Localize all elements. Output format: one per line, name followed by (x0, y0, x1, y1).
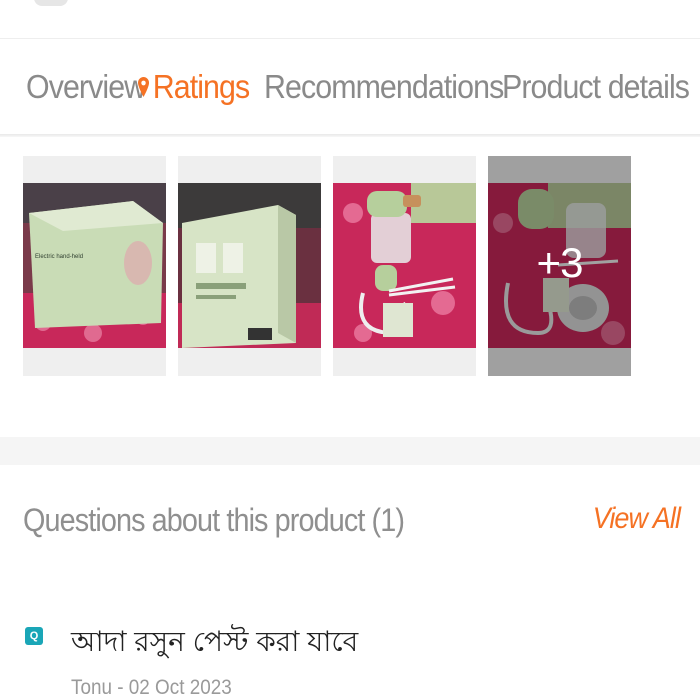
top-bar-remnant (0, 0, 700, 39)
questions-section-header: Questions about this product (1) View Al… (0, 465, 700, 575)
box-caption: Electric hand-held (35, 254, 83, 260)
tab-ratings[interactable]: Ratings (138, 68, 250, 106)
review-photo-4[interactable]: +3 (488, 156, 631, 376)
tab-recommendations[interactable]: Recommendations (264, 68, 504, 106)
review-photo-gallery: Electric hand-held +3 (0, 156, 700, 376)
question-badge-icon: Q (25, 627, 43, 645)
question-meta: Tonu - 02 Oct 2023 (71, 676, 232, 699)
questions-title: Questions about this product (1) (23, 502, 405, 538)
tab-product-details[interactable]: Product details (502, 68, 690, 106)
more-photos-count: +3 (536, 239, 584, 286)
review-photo-1[interactable]: Electric hand-held (23, 156, 166, 376)
tab-ratings-label: Ratings (152, 68, 250, 105)
top-bar-handle (34, 0, 68, 6)
tab-overview[interactable]: Overview (26, 68, 146, 106)
location-pin-icon (138, 77, 150, 97)
product-box-photo: Electric hand-held (23, 183, 166, 348)
product-box-back-photo (178, 183, 321, 348)
question-item: Q আদা রসুন পেস্ট করা যাবে Tonu - 02 Oct … (0, 610, 700, 700)
tab-bar-divider (0, 134, 700, 137)
product-tab-bar: Overview Ratings Recommendations Product… (0, 40, 700, 136)
review-photo-3[interactable] (333, 156, 476, 376)
section-separator (0, 437, 700, 465)
question-text: আদা রসুন পেস্ট করা যাবে (71, 626, 359, 657)
view-all-questions-link[interactable]: View All (593, 502, 681, 536)
chopper-unboxed-photo (333, 183, 476, 348)
review-photo-2[interactable] (178, 156, 321, 376)
